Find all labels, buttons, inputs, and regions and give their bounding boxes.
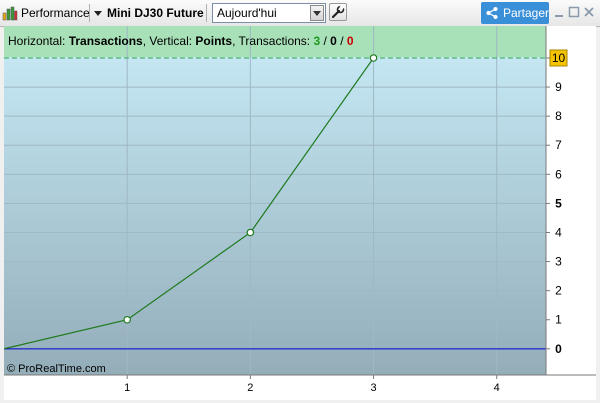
toolbar: Performance Mini DJ30 Future Aujourd'hui… xyxy=(0,0,600,27)
info-slash: / xyxy=(320,34,330,48)
info-slash: / xyxy=(337,34,347,48)
instrument-label: Mini DJ30 Future xyxy=(107,6,204,20)
chevron-down-icon xyxy=(313,10,321,16)
data-point[interactable] xyxy=(123,315,131,324)
y-tick-label: 7 xyxy=(555,138,562,152)
plot-background xyxy=(4,26,546,375)
close-icon[interactable] xyxy=(582,5,596,19)
performance-button[interactable]: Performance xyxy=(2,3,90,23)
y-tick-label: 0 xyxy=(555,342,562,356)
x-tick-label: 2 xyxy=(247,382,253,394)
period-select-value: Aujourd'hui xyxy=(217,6,277,20)
bar-chart-icon xyxy=(2,6,18,21)
info-vertical-prefix: , Vertical: xyxy=(143,34,196,48)
instrument-button[interactable]: Mini DJ30 Future xyxy=(94,3,204,23)
info-horizontal-value: Transactions xyxy=(69,34,143,48)
y-tick-label: 10 xyxy=(552,51,566,65)
x-tick-label: 3 xyxy=(370,382,376,394)
share-button[interactable]: Partager xyxy=(481,2,549,24)
y-tick-label: 3 xyxy=(555,255,562,269)
minimize-icon[interactable] xyxy=(552,5,566,19)
y-tick-label: 2 xyxy=(555,284,562,298)
x-tick-label: 4 xyxy=(494,382,500,394)
select-arrow[interactable] xyxy=(310,5,324,21)
info-horizontal-prefix: Horizontal: xyxy=(8,34,69,48)
performance-chart[interactable]: 0 1 2 3 4 5 6 7 8 9 10 1 2 3 4 Horizontal: Transactio… xyxy=(3,26,596,400)
y-tick-label: 1 xyxy=(555,313,562,327)
y-axis-area xyxy=(546,26,596,375)
count-loss: 0 xyxy=(347,34,354,48)
share-icon xyxy=(486,6,498,20)
y-tick-label: 4 xyxy=(555,225,562,239)
maximize-icon[interactable] xyxy=(567,5,581,19)
y-tick-label: 9 xyxy=(555,80,562,94)
triangle-down-icon xyxy=(94,10,102,16)
y-tick-label: 6 xyxy=(555,167,562,181)
x-axis-area xyxy=(4,375,596,400)
toolbar-separator xyxy=(89,4,90,22)
info-vertical-value: Points xyxy=(195,34,232,48)
wrench-icon xyxy=(331,4,345,19)
data-point[interactable] xyxy=(369,54,378,62)
share-label: Partager xyxy=(502,6,549,20)
settings-button[interactable] xyxy=(329,3,347,21)
copyright-text: © ProRealTime.com xyxy=(7,363,106,375)
y-tick-label: 8 xyxy=(555,109,562,123)
period-select[interactable]: Aujourd'hui xyxy=(212,3,326,23)
performance-label: Performance xyxy=(21,6,90,20)
toolbar-separator xyxy=(206,4,207,22)
y-tick-label: 5 xyxy=(555,196,562,210)
info-transactions-prefix: , Transactions: xyxy=(232,34,313,48)
data-point[interactable] xyxy=(246,228,255,237)
info-text: Horizontal: Transactions, Vertical: Poin… xyxy=(8,34,354,48)
chart-panel: 0 1 2 3 4 5 6 7 8 9 10 1 2 3 4 Horizontal: Transactio… xyxy=(3,26,596,400)
x-tick-label: 1 xyxy=(124,382,130,394)
